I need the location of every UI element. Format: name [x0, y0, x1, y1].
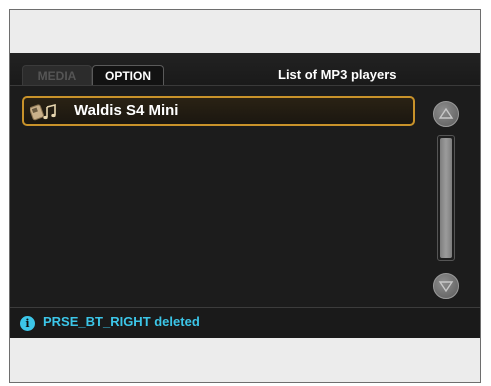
- scroll-up-button[interactable]: [433, 101, 459, 127]
- scrollbar-track[interactable]: [437, 135, 455, 261]
- triangle-up-icon: [438, 107, 454, 119]
- page-title: List of MP3 players: [278, 67, 397, 82]
- list-item-waldis-s4-mini[interactable]: Waldis S4 Mini: [22, 96, 415, 126]
- status-message: PRSE_BT_RIGHT deleted: [43, 314, 200, 329]
- scrollbar-thumb[interactable]: [440, 138, 452, 258]
- screen: MEDIA OPTION List of MP3 players Waldis …: [10, 53, 480, 338]
- mp3-player-list: Waldis S4 Mini: [22, 96, 417, 296]
- scroll-down-button[interactable]: [433, 273, 459, 299]
- triangle-down-icon: [438, 281, 454, 293]
- info-icon: i: [20, 316, 35, 331]
- tab-media[interactable]: MEDIA: [22, 65, 92, 85]
- device-frame: MEDIA OPTION List of MP3 players Waldis …: [9, 9, 481, 383]
- mp3-player-music-icon: [29, 103, 58, 121]
- list-item-label: Waldis S4 Mini: [74, 102, 179, 119]
- tab-option[interactable]: OPTION: [92, 65, 164, 85]
- tab-bar: MEDIA OPTION List of MP3 players: [10, 53, 480, 86]
- status-bar: i PRSE_BT_RIGHT deleted: [10, 307, 480, 338]
